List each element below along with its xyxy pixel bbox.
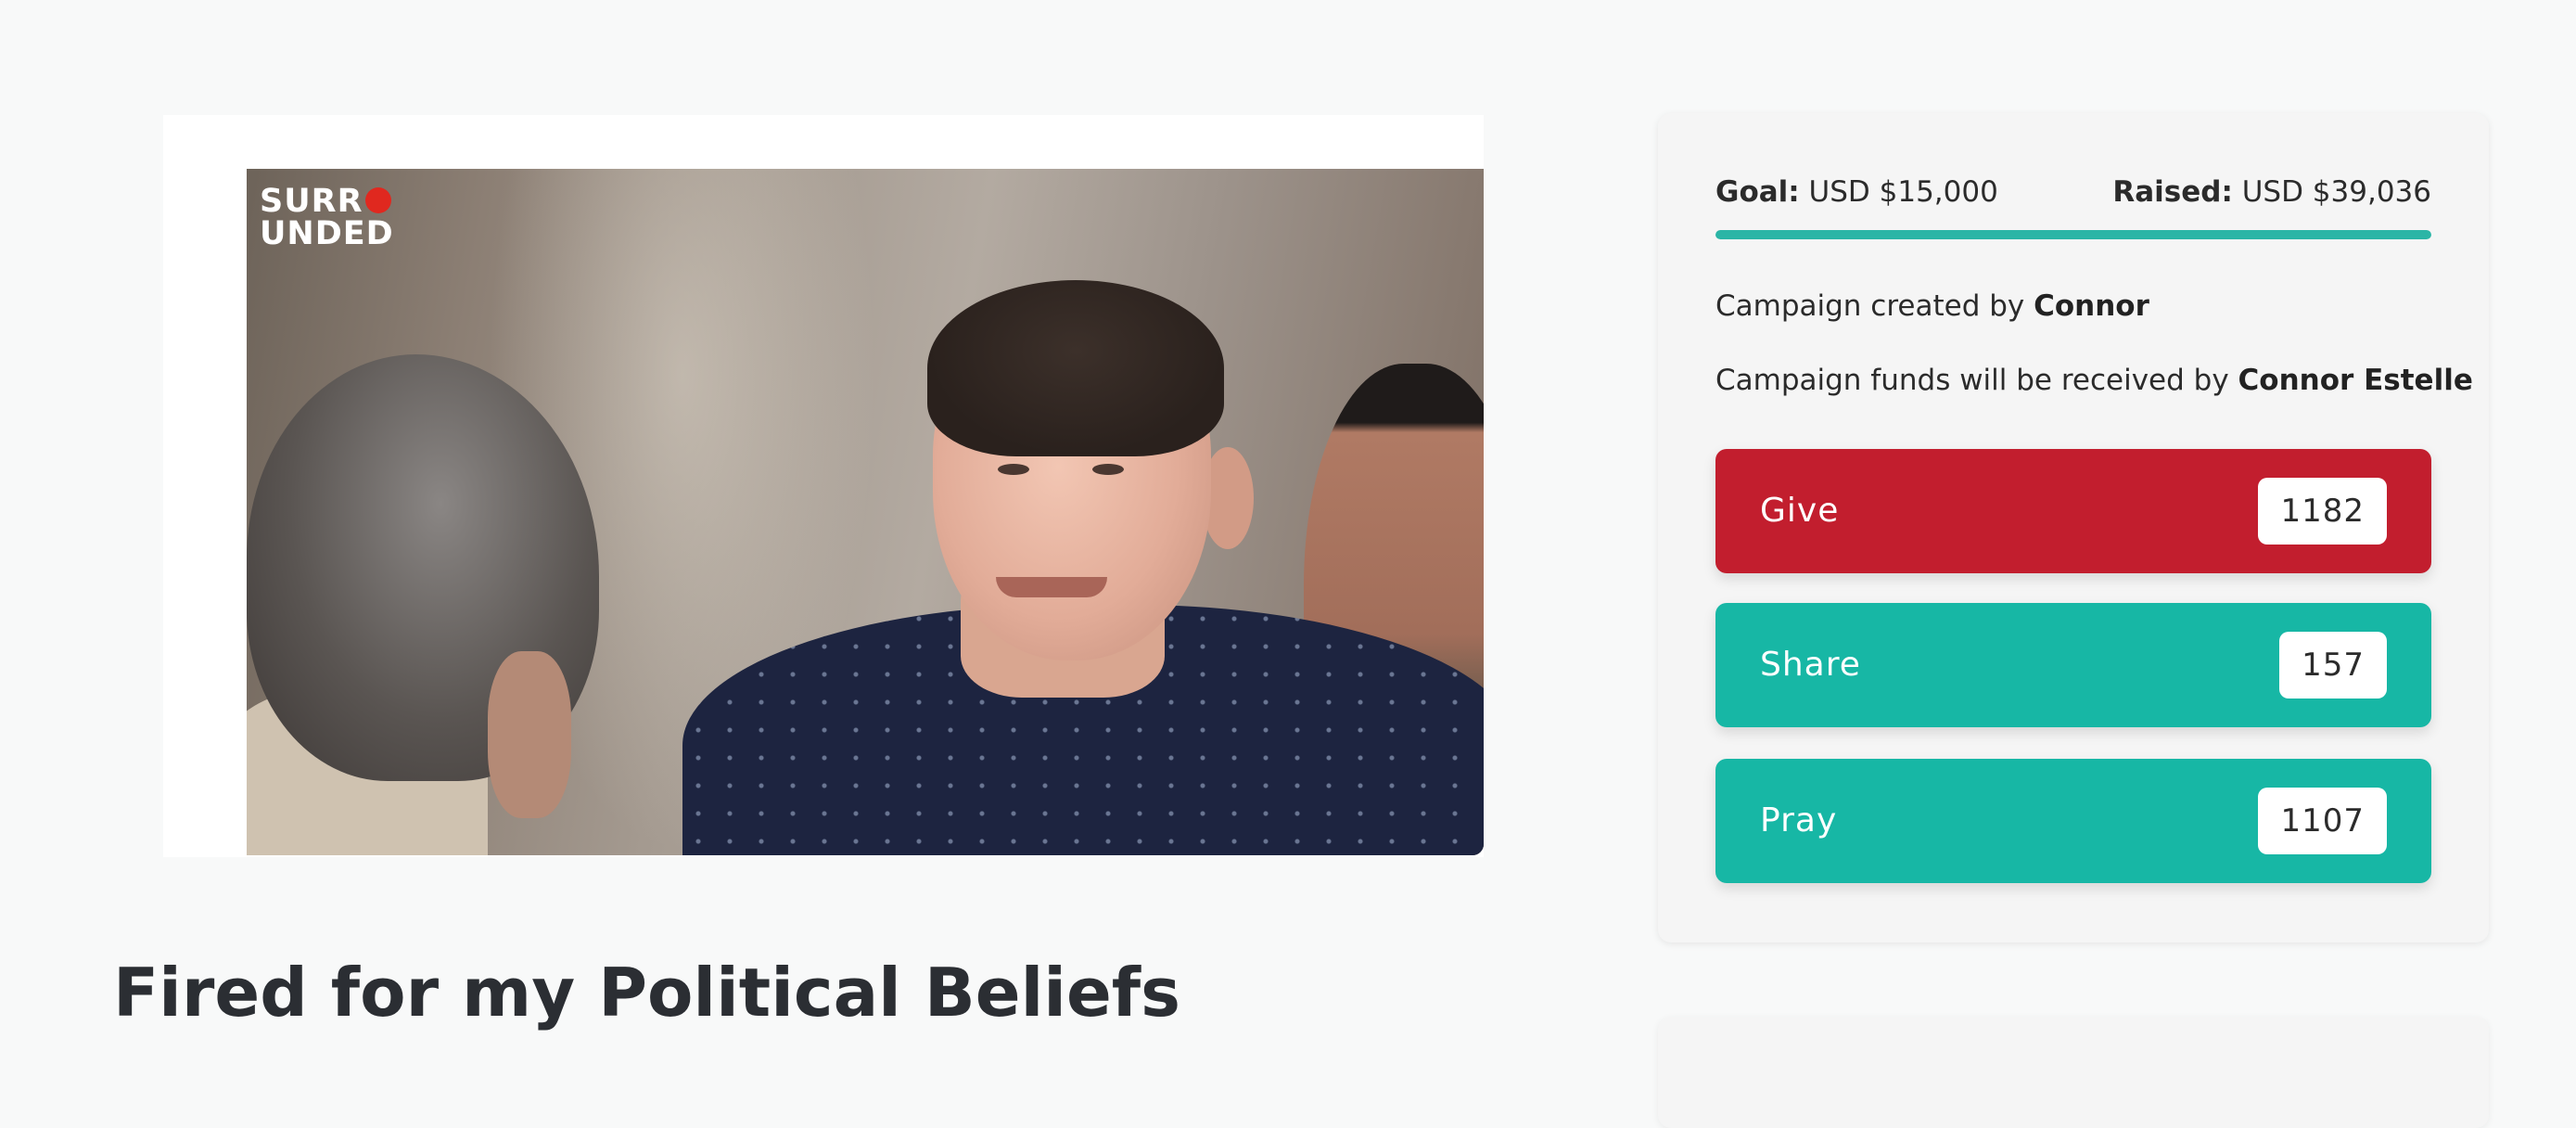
share-button-label: Share: [1760, 646, 1861, 684]
campaign-creator-line: Campaign created by Connor: [1715, 286, 2149, 327]
share-count-badge: 157: [2279, 632, 2387, 699]
record-dot-icon: [364, 187, 391, 213]
share-button[interactable]: Share 157: [1715, 603, 2431, 727]
recipient-name: Connor Estelle: [2238, 364, 2473, 397]
campaign-media: SURR UNDED: [163, 115, 1484, 857]
goal-label: Goal:: [1715, 175, 1800, 209]
funding-stats: Goal: USD $15,000 Raised: USD $39,036: [1715, 169, 2431, 215]
campaign-recipient-line: Campaign funds will be received by Conno…: [1715, 360, 2473, 401]
give-button-label: Give: [1760, 492, 1840, 530]
recipient-prefix: Campaign funds will be received by: [1715, 364, 2229, 397]
video-person-mouth: [996, 577, 1107, 597]
video-foreground-ear: [488, 651, 571, 818]
pray-button-label: Pray: [1760, 801, 1838, 840]
secondary-sidebar-card: [1658, 1017, 2489, 1128]
raised-value: USD $39,036: [2241, 175, 2431, 209]
goal-value: USD $15,000: [1808, 175, 1998, 209]
campaign-video[interactable]: SURR UNDED: [247, 169, 1484, 855]
video-person-hair: [927, 280, 1224, 456]
pray-button[interactable]: Pray 1107: [1715, 759, 2431, 883]
funding-progress-fill: [1715, 230, 2431, 239]
video-person-eye: [998, 464, 1029, 475]
pray-count-badge: 1107: [2258, 788, 2387, 854]
give-count-badge: 1182: [2258, 478, 2387, 545]
video-person-eye: [1092, 464, 1124, 475]
goal-stat: Goal: USD $15,000: [1715, 169, 1998, 215]
raised-label: Raised:: [2112, 175, 2233, 209]
give-button[interactable]: Give 1182: [1715, 449, 2431, 573]
raised-stat: Raised: USD $39,036: [2112, 169, 2431, 215]
creator-prefix: Campaign created by: [1715, 289, 2025, 323]
page-title: Fired for my Political Beliefs: [113, 954, 1180, 1032]
campaign-summary-card: Goal: USD $15,000 Raised: USD $39,036 Ca…: [1658, 113, 2489, 942]
video-watermark-logo: SURR UNDED: [260, 183, 394, 252]
creator-name: Connor: [2034, 289, 2149, 323]
funding-progress-bar: [1715, 230, 2431, 239]
